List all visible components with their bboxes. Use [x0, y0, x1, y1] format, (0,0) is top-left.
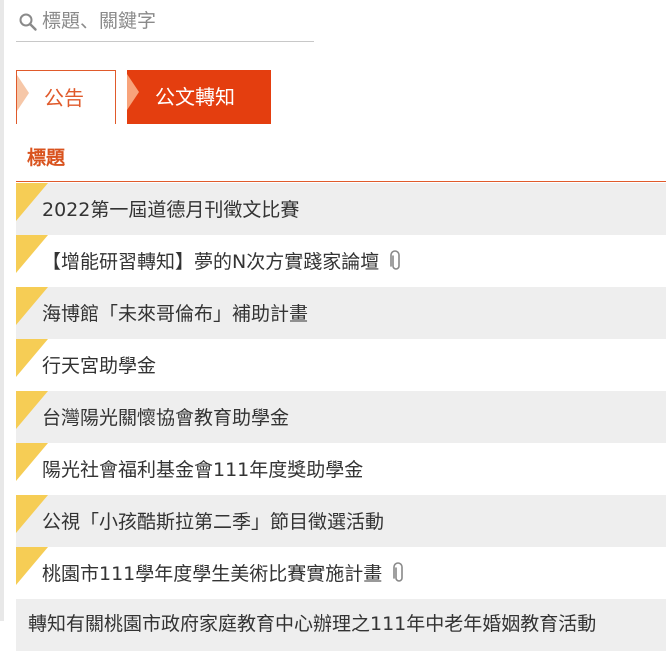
list-item[interactable]: 2022第一屆道德月刊徵文比賽 — [16, 183, 666, 235]
list-item[interactable]: 行天宮助學金 — [16, 339, 666, 391]
list-item-title[interactable]: 轉知有關桃園市政府家庭教育中心辦理之111年中老年婚姻教育活動 — [28, 613, 596, 635]
column-header: 標題 — [16, 138, 666, 182]
document-list: 2022第一屆道德月刊徵文比賽 【增能研習轉知】夢的N次方實踐家論壇 海博館「未… — [16, 183, 666, 651]
tab-arrow-decoration — [127, 74, 139, 110]
list-item[interactable]: 陽光社會福利基金會111年度獎助學金 — [16, 443, 666, 495]
tab-arrow-decoration — [17, 75, 29, 111]
list-item-title[interactable]: 公視「小孩酷斯拉第二季」節目徵選活動 — [42, 511, 384, 533]
list-item[interactable]: 轉知有關桃園市政府家庭教育中心辦理之111年中老年婚姻教育活動 — [16, 599, 666, 651]
list-item-title[interactable]: 【增能研習轉知】夢的N次方實踐家論壇 — [42, 251, 379, 273]
list-item-title[interactable]: 2022第一屆道德月刊徵文比賽 — [42, 199, 299, 221]
tab-announcements[interactable]: 公告 — [16, 70, 116, 124]
search-input[interactable] — [42, 4, 312, 38]
list-item[interactable]: 桃園市111學年度學生美術比賽實施計畫 — [16, 547, 666, 599]
paperclip-icon — [393, 561, 404, 582]
tab-label: 公文轉知 — [155, 85, 235, 109]
list-item[interactable]: 海博館「未來哥倫布」補助計畫 — [16, 287, 666, 339]
list-item-title[interactable]: 陽光社會福利基金會111年度獎助學金 — [42, 459, 363, 481]
list-item-title[interactable]: 台灣陽光關懷協會教育助學金 — [42, 407, 289, 429]
tab-label: 公告 — [44, 86, 84, 110]
search-icon[interactable] — [18, 12, 38, 32]
list-item[interactable]: 公視「小孩酷斯拉第二季」節目徵選活動 — [16, 495, 666, 547]
list-item[interactable]: 台灣陽光關懷協會教育助學金 — [16, 391, 666, 443]
list-item[interactable]: 【增能研習轉知】夢的N次方實踐家論壇 — [16, 235, 666, 287]
search-bar — [16, 4, 314, 42]
list-item-title[interactable]: 海博館「未來哥倫布」補助計畫 — [42, 303, 308, 325]
left-edge-rule — [0, 0, 4, 621]
list-item-title[interactable]: 桃園市111學年度學生美術比賽實施計畫 — [42, 563, 382, 585]
tab-official-documents[interactable]: 公文轉知 — [127, 70, 271, 124]
column-header-title: 標題 — [27, 147, 66, 169]
paperclip-icon — [390, 249, 401, 270]
list-item-title[interactable]: 行天宮助學金 — [42, 355, 156, 377]
